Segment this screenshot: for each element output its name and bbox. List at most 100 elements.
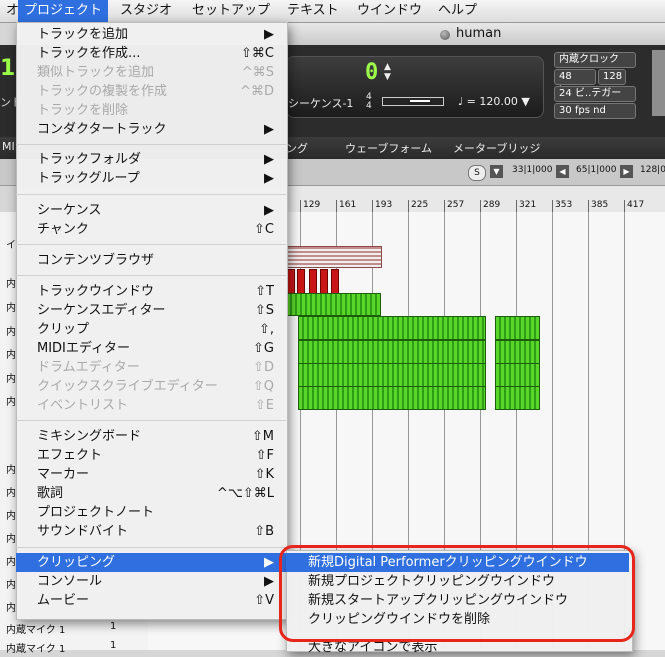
sync-clock-select[interactable]: 内蔵クロック xyxy=(554,52,636,68)
menu-item-conductor-track[interactable]: コンダクタートラック ▶ xyxy=(16,120,286,139)
bit-depth-select[interactable]: 24 ビ..テガー xyxy=(554,86,636,102)
track-name[interactable]: 内蔵マイク 1 xyxy=(6,621,65,636)
audio-clip[interactable] xyxy=(298,386,486,410)
menu-item-project-notes[interactable]: プロジェクトノート xyxy=(16,503,286,522)
buffer-size-select[interactable]: 128 xyxy=(598,69,626,85)
ruler-mark: 353 xyxy=(555,200,573,210)
audio-clip[interactable] xyxy=(298,363,486,387)
sample-rate-select[interactable]: 48 kHz xyxy=(554,69,596,96)
menu-text[interactable]: テキスト xyxy=(281,0,345,22)
menu-separator xyxy=(16,420,286,421)
menu-item-midi-editor[interactable]: MIDIエディター ⇧G xyxy=(16,339,286,358)
menu-item-markers[interactable]: マーカー ⇧K xyxy=(16,465,286,484)
arrow-right-icon[interactable]: ▶ xyxy=(620,165,633,178)
menu-item-add-track[interactable]: トラックを追加 ▶ xyxy=(16,25,286,44)
menu-item-consoles[interactable]: コンソール ▶ xyxy=(16,572,286,591)
transport-right-strip xyxy=(652,50,665,116)
menu-item-sequence-editor[interactable]: シーケンスエディター ⇧S xyxy=(16,301,286,320)
audio-clip[interactable] xyxy=(495,340,540,364)
track-name[interactable]: 内 xyxy=(6,553,16,568)
audio-clip[interactable] xyxy=(495,386,540,410)
tempo-display[interactable]: ♩ = 120.00 ▼ xyxy=(458,95,530,108)
track-name[interactable]: 内 xyxy=(6,275,16,290)
menu-item-track-folder[interactable]: トラックフォルダ ▶ xyxy=(16,150,286,169)
menu-item-sequence[interactable]: シーケンス ▶ xyxy=(16,201,286,220)
menu-item-track-group[interactable]: トラックグループ ▶ xyxy=(16,169,286,188)
locator-third[interactable]: 128|0 xyxy=(640,165,665,175)
ruler-tick xyxy=(372,200,373,212)
ruler-tick xyxy=(336,200,337,212)
menu-item-drum-editor: ドラムエディター ⇧D xyxy=(37,360,274,375)
track-name[interactable]: 内 xyxy=(6,576,16,591)
ruler-mark: 129 xyxy=(303,200,321,210)
menu-item-soundbites[interactable]: サウンドバイト ⇧B xyxy=(16,522,286,541)
meter-display: 44 xyxy=(366,93,372,111)
menu-studio[interactable]: スタジオ xyxy=(114,0,178,22)
menu-item-tracks-window[interactable]: トラックウインドウ ⇧T xyxy=(16,282,286,301)
track-name[interactable]: 内 xyxy=(6,393,16,408)
menu-separator xyxy=(16,194,286,195)
track-name[interactable]: 内 xyxy=(6,599,16,614)
meter-denominator: 4 xyxy=(366,101,372,111)
ruler-tick xyxy=(552,200,553,212)
track-name[interactable]: 内 xyxy=(6,346,16,361)
counter-stepper-icon[interactable]: ▲ ▼ xyxy=(384,62,391,82)
track-name[interactable]: 内 xyxy=(6,370,16,385)
menu-item-clippings[interactable]: クリッピング ▶ xyxy=(16,553,286,572)
menu-project[interactable]: プロジェクト xyxy=(18,0,109,22)
track-name[interactable]: 内 xyxy=(6,530,16,545)
ruler-tick xyxy=(300,200,301,212)
track-name[interactable]: 内 xyxy=(6,299,16,314)
main-counter: 0 xyxy=(365,60,379,85)
ruler-mark: 289 xyxy=(483,200,501,210)
audio-clip[interactable] xyxy=(286,293,381,316)
audio-clip[interactable] xyxy=(495,316,540,340)
ruler-mark: 321 xyxy=(519,200,537,210)
track-name[interactable]: 内 xyxy=(6,507,16,522)
tab-midi[interactable]: MI xyxy=(2,140,15,153)
ruler-tick xyxy=(408,200,409,212)
locator-end[interactable]: 65|1|000 xyxy=(576,165,616,175)
menu-separator xyxy=(16,144,286,145)
menu-item-movie[interactable]: ムービー ⇧V xyxy=(16,591,286,610)
menu-help[interactable]: ヘルプ xyxy=(432,0,483,22)
locator-start[interactable]: 33|1|000 xyxy=(512,165,552,175)
tab-mixing[interactable]: ング xyxy=(286,140,308,156)
midi-clip[interactable] xyxy=(287,269,295,295)
menu-item-create-track[interactable]: トラックを作成... ⇧⌘C xyxy=(16,44,286,63)
s-button[interactable]: S xyxy=(468,165,486,181)
track-name[interactable]: 内 xyxy=(6,461,16,476)
ruler-mark: 417 xyxy=(627,200,645,210)
arrow-left-icon[interactable]: ◀ xyxy=(556,165,569,178)
track-name[interactable]: 内 xyxy=(6,323,16,338)
audio-clip[interactable] xyxy=(495,363,540,387)
ruler-tick xyxy=(624,200,625,212)
menu-window[interactable]: ウインドウ xyxy=(351,0,428,22)
menu-setup[interactable]: セットアップ xyxy=(186,0,276,22)
midi-clip[interactable] xyxy=(320,269,328,295)
midi-clip[interactable] xyxy=(331,269,339,295)
track-name[interactable]: 内 xyxy=(6,484,16,499)
conductor-clip[interactable] xyxy=(286,246,382,268)
sequence-selector[interactable]: シーケンス-1 xyxy=(288,95,353,111)
menu-item-mixing-board[interactable]: ミキシングボード ⇧M xyxy=(16,427,286,446)
audio-clip[interactable] xyxy=(298,316,486,340)
chevron-down-icon[interactable]: ▼ xyxy=(490,165,503,178)
menu-item-effects[interactable]: エフェクト ⇧F xyxy=(16,446,286,465)
midi-clip[interactable] xyxy=(297,269,305,295)
frame-rate-select[interactable]: 30 fps nd xyxy=(554,103,636,119)
position-slider-thumb[interactable] xyxy=(410,100,430,102)
ruler-mark: 193 xyxy=(375,200,393,210)
menu-item-content-browser[interactable]: コンテンツブラウザ xyxy=(16,251,286,270)
menu-item-add-similar-track: 類似トラックを追加 ^⌘S xyxy=(37,65,274,80)
ruler-tick xyxy=(588,200,589,212)
menu-item-chunk[interactable]: チャンク ⇧C xyxy=(16,220,286,239)
audio-clip[interactable] xyxy=(298,340,486,364)
menu-item-clip[interactable]: クリップ ⇧, xyxy=(16,320,286,339)
midi-clip[interactable] xyxy=(309,269,317,295)
track-name[interactable]: 内蔵マイク 1 xyxy=(6,640,65,655)
tab-meter-bridge[interactable]: メーターブリッジ xyxy=(453,140,540,156)
tab-waveform[interactable]: ウェーブフォーム xyxy=(345,140,432,156)
ruler-mark: 161 xyxy=(339,200,357,210)
menu-item-lyrics[interactable]: 歌詞 ^⌥⇧⌘L xyxy=(16,484,286,503)
